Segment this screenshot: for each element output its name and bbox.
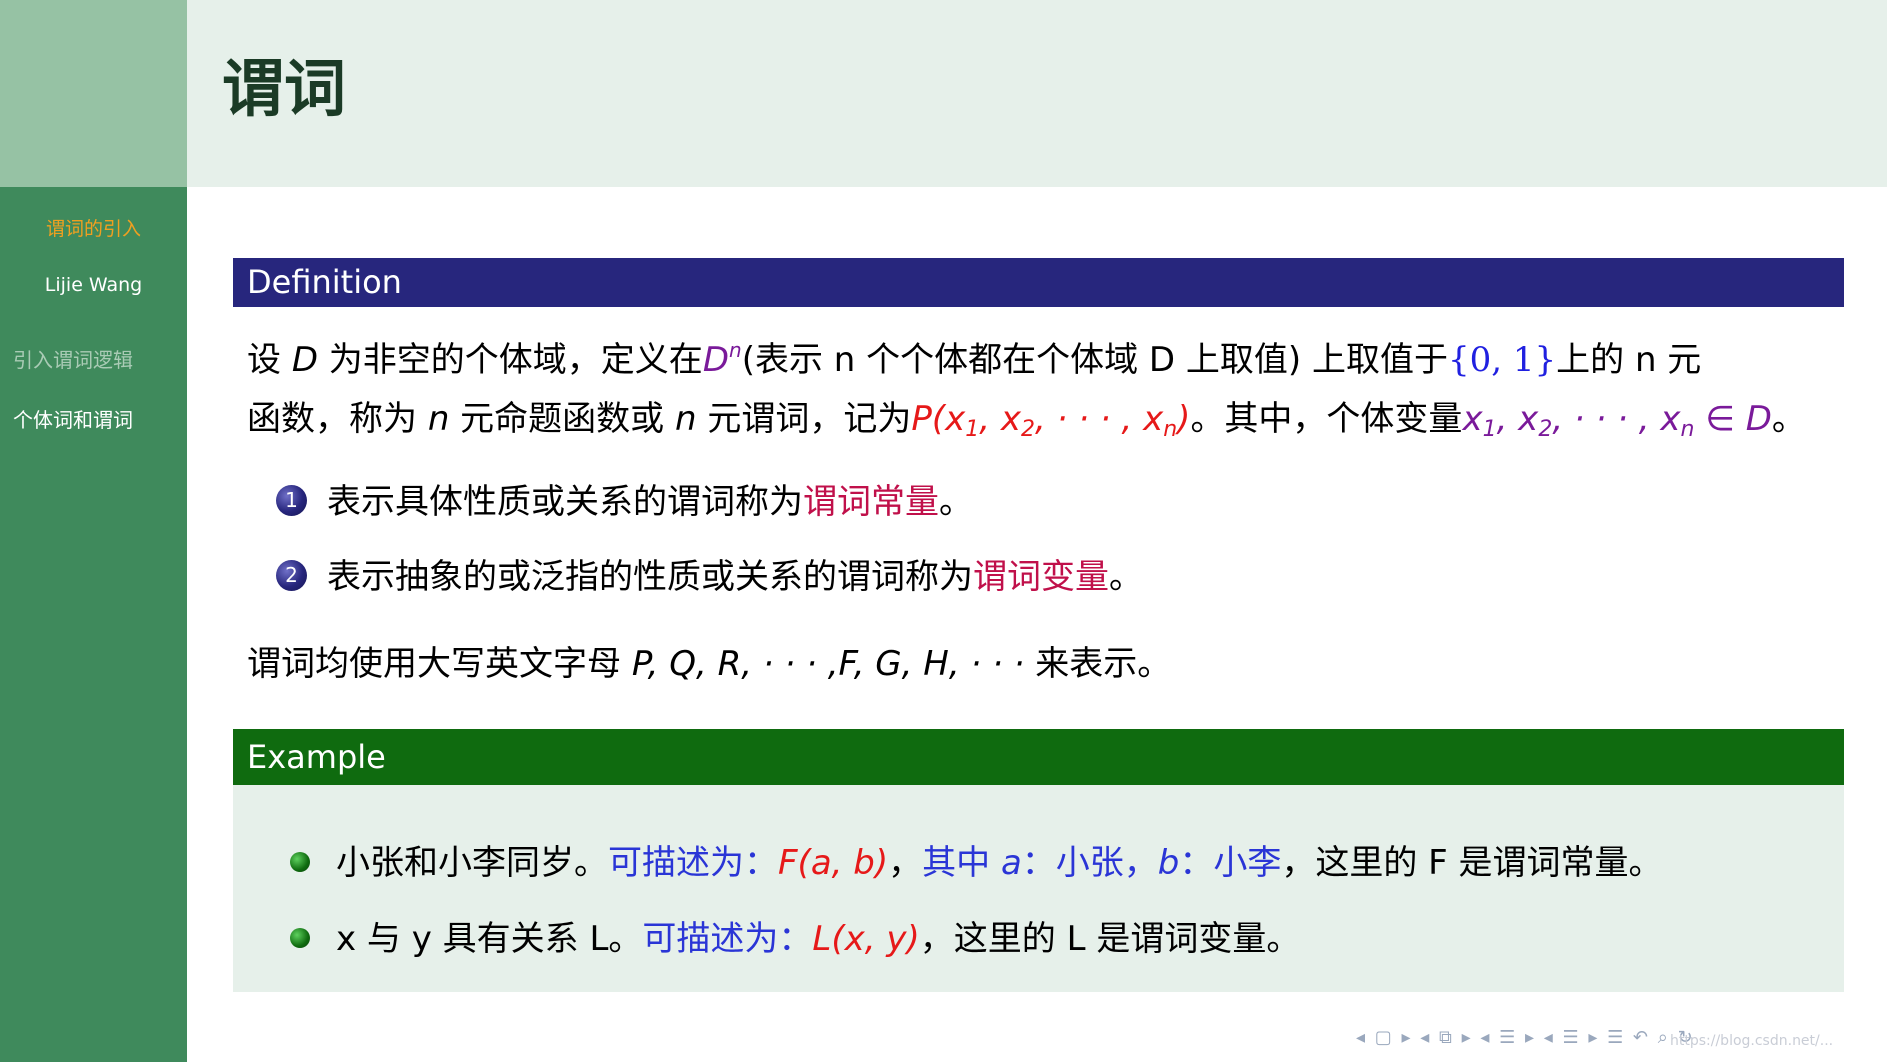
definition-line-1: 设 D 为非空的个体域，定义在Dn(表示 n 个个体都在个体域 D 上取值) 上… [247, 338, 1702, 380]
sidebar-author: Lijie Wang [44, 274, 143, 296]
page-title: 谓词 [222, 52, 347, 125]
sidebar-item-terms[interactable]: 个体词和谓词 [13, 404, 133, 433]
sidebar: 谓词的引入 Lijie Wang 引入谓词逻辑 个体词和谓词 [0, 0, 187, 1062]
definition-note: 谓词均使用大写英文字母 P, Q, R, · · · ,F, G, H, · ·… [247, 644, 1172, 684]
definition-heading: Definition [233, 258, 1844, 307]
sidebar-logo-area [0, 0, 187, 187]
beamer-navigation-icons[interactable]: ◂ ▢ ▸ ◂ ⧉ ▸ ◂ ☰ ▸ ◂ ☰ ▸ ☰ ↶ ⌕ ↻ [1356, 1027, 1695, 1048]
list-item: x 与 y 具有关系 L。可描述为：L(x, y)，这里的 L 是谓词变量。 [290, 911, 1300, 960]
definition-line-2: 函数，称为 n 元命题函数或 n 元谓词，记为P(x1, x2, · · · ,… [247, 399, 1806, 442]
sidebar-section-title[interactable]: 谓词的引入 [0, 214, 187, 241]
enum-number-ball: 2 [276, 560, 307, 591]
header-bar [187, 0, 1887, 187]
enum-item: 1 表示具体性质或关系的谓词称为谓词常量。 [276, 474, 973, 523]
watermark: https://blog.csdn.net/... [1670, 1033, 1834, 1049]
enum-number-ball: 1 [276, 485, 307, 516]
bullet-icon [290, 851, 310, 872]
sidebar-item-intro[interactable]: 引入谓词逻辑 [13, 344, 133, 373]
example-body [233, 785, 1844, 992]
example-heading: Example [233, 729, 1844, 785]
list-item: 小张和小李同岁。可描述为：F(a, b)，其中 a：小张，b：小李，这里的 F … [290, 835, 1663, 884]
enum-item: 2 表示抽象的或泛指的性质或关系的谓词称为谓词变量。 [276, 549, 1143, 598]
bullet-icon [290, 927, 310, 948]
